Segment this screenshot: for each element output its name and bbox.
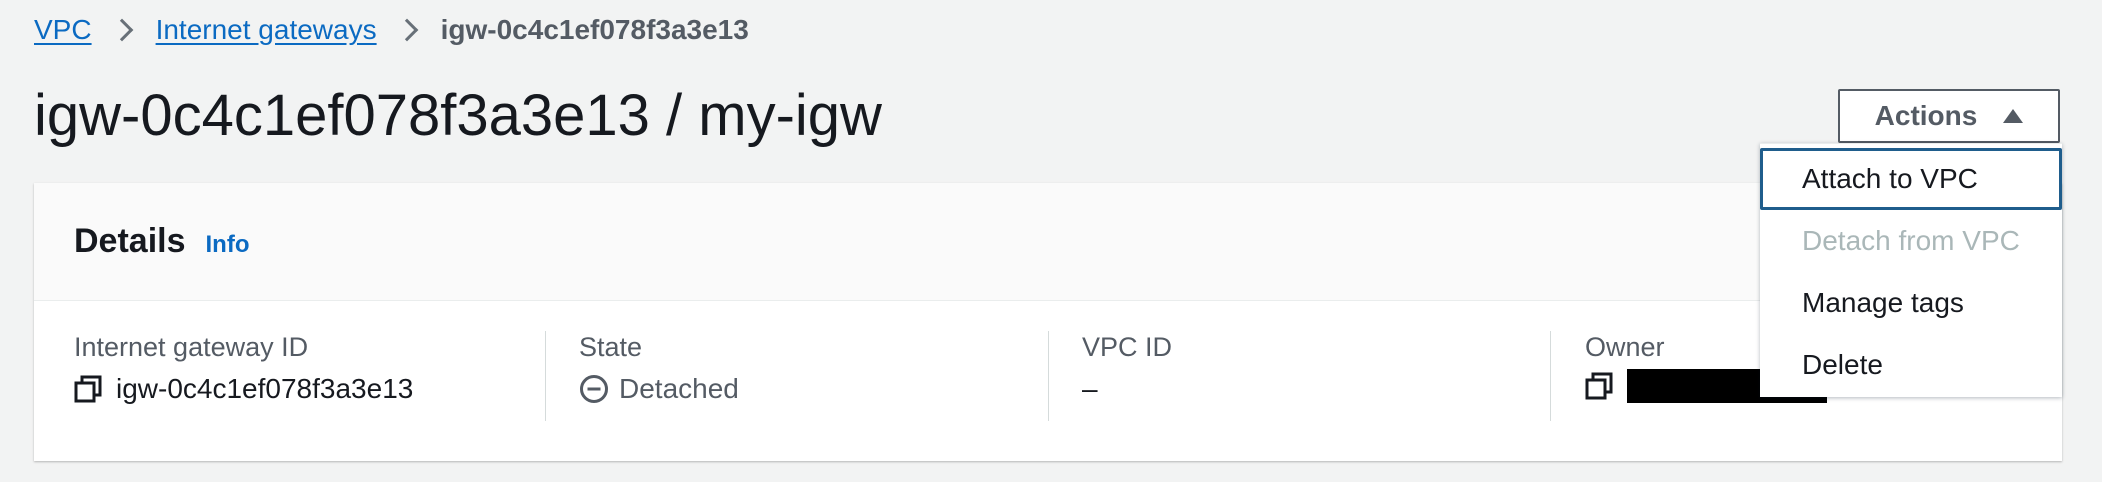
field-value: – [1082, 369, 1172, 409]
details-header: Details Info [34, 183, 2062, 301]
details-panel: Details Info Internet gateway ID igw-0c4… [34, 183, 2062, 461]
field-label: State [579, 332, 643, 362]
field-label: VPC ID [1082, 332, 1173, 362]
minus-circle-icon [580, 375, 608, 403]
column-divider [545, 331, 546, 421]
field-state: State Detached [579, 329, 739, 421]
copy-icon[interactable] [74, 375, 102, 403]
actions-button[interactable]: Actions [1838, 89, 2060, 143]
menu-item-detach-from-vpc: Detach from VPC [1802, 225, 2020, 256]
chevron-right-icon [395, 18, 418, 42]
menu-item-attach-to-vpc[interactable]: Attach to VPC [1760, 148, 2062, 210]
caret-up-icon [2003, 109, 2024, 123]
breadcrumb: VPC Internet gateways igw-0c4c1ef078f3a3… [34, 12, 749, 48]
state-value: Detached [619, 373, 739, 404]
actions-button-label: Actions [1874, 100, 1978, 131]
details-body: Internet gateway ID igw-0c4c1ef078f3a3e1… [34, 301, 2062, 461]
field-label: Internet gateway ID [74, 332, 309, 362]
copy-icon[interactable] [1585, 372, 1613, 400]
breadcrumb-current: igw-0c4c1ef078f3a3e13 [440, 14, 749, 45]
chevron-right-icon [110, 18, 133, 42]
breadcrumb-link-internet-gateways[interactable]: Internet gateways [156, 14, 377, 46]
menu-item-delete[interactable]: Delete [1760, 334, 2062, 396]
vpc-id-value: – [1082, 373, 1098, 404]
menu-item-manage-tags[interactable]: Manage tags [1760, 272, 2062, 334]
info-link[interactable]: Info [206, 231, 250, 259]
field-value: igw-0c4c1ef078f3a3e13 [74, 369, 413, 409]
actions-dropdown-menu: Attach to VPC Detach from VPC Manage tag… [1760, 143, 2062, 397]
details-title: Details [74, 222, 186, 260]
field-value: Detached [579, 369, 739, 409]
column-divider [1550, 331, 1551, 421]
internet-gateway-id-value: igw-0c4c1ef078f3a3e13 [116, 373, 414, 404]
breadcrumb-link-vpc[interactable]: VPC [34, 14, 92, 46]
field-internet-gateway-id: Internet gateway ID igw-0c4c1ef078f3a3e1… [74, 329, 413, 421]
field-vpc-id: VPC ID – [1082, 329, 1172, 421]
column-divider [1048, 331, 1049, 421]
page-title: igw-0c4c1ef078f3a3e13 / my-igw [34, 83, 882, 148]
